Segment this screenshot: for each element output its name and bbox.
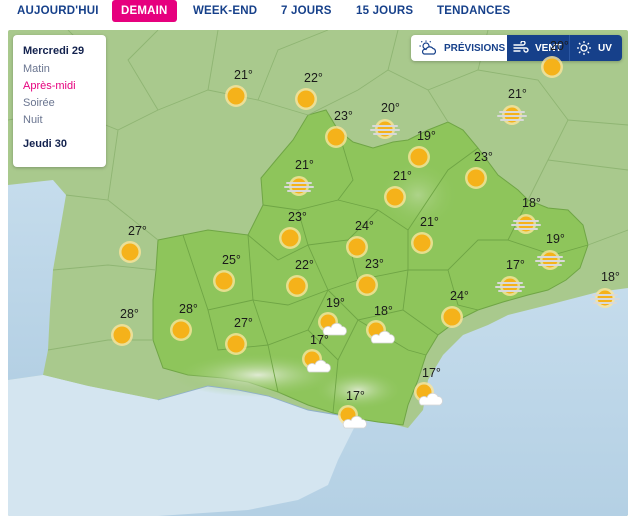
city-temperature: 21°: [295, 158, 314, 172]
sun-icon: [463, 165, 489, 196]
slot-apres-midi[interactable]: Après-midi: [23, 80, 106, 97]
layer-previsions-label: PRÉVISIONS: [444, 42, 506, 54]
layer-uv-label: UV: [598, 42, 612, 54]
city-temperature: 20°: [550, 39, 569, 53]
slot-soiree[interactable]: Soirée: [23, 97, 106, 114]
fog-icon: [535, 247, 565, 278]
sun-icon: [117, 239, 143, 270]
layer-previsions-button[interactable]: PRÉVISIONS: [411, 35, 507, 61]
sun-icon: [223, 83, 249, 114]
city-temperature: 23°: [334, 109, 353, 123]
fog-icon: [370, 116, 400, 147]
sun-cloud-icon: [335, 404, 369, 437]
city-temperature: 24°: [450, 289, 469, 303]
city-temperature: 22°: [304, 71, 323, 85]
sun-icon: [409, 230, 435, 261]
city-temperature: 21°: [508, 87, 527, 101]
fog-icon: [511, 211, 541, 242]
sun-icon: [539, 54, 565, 85]
forecast-tabs: AUJOURD'HUI DEMAIN WEEK-END 7 JOURS 15 J…: [0, 0, 633, 26]
city-temperature: 27°: [128, 224, 147, 238]
city-temperature: 18°: [374, 304, 393, 318]
next-day-button[interactable]: Jeudi 30: [23, 138, 106, 150]
sun-icon: [109, 322, 135, 353]
city-temperature: 25°: [222, 253, 241, 267]
layer-uv-button[interactable]: UV: [570, 35, 622, 61]
tab-15-jours[interactable]: 15 JOURS: [356, 0, 413, 22]
sun-cloud-icon: [299, 348, 333, 381]
city-temperature: 28°: [120, 307, 139, 321]
slot-nuit[interactable]: Nuit: [23, 114, 106, 131]
fog-icon: [284, 173, 314, 204]
tab-aujourdhui[interactable]: AUJOURD'HUI: [17, 0, 99, 22]
fog-icon: [497, 102, 527, 133]
tab-week-end[interactable]: WEEK-END: [193, 0, 257, 22]
city-temperature: 17°: [506, 258, 525, 272]
tab-demain[interactable]: DEMAIN: [112, 0, 177, 22]
sun-cloud-outline-icon: [419, 40, 437, 55]
sun-icon: [439, 304, 465, 335]
city-temperature: 19°: [546, 232, 565, 246]
fog-icon: [590, 285, 620, 316]
city-temperature: 19°: [417, 129, 436, 143]
city-temperature: 17°: [310, 333, 329, 347]
day-label: Mercredi 29: [23, 45, 85, 57]
city-temperature: 24°: [355, 219, 374, 233]
city-temperature: 20°: [381, 101, 400, 115]
wind-icon: [513, 41, 529, 53]
sun-cloud-icon: [363, 319, 397, 352]
weather-map-page: AUJOURD'HUI DEMAIN WEEK-END 7 JOURS 15 J…: [0, 0, 633, 520]
city-temperature: 18°: [522, 196, 541, 210]
city-temperature: 23°: [474, 150, 493, 164]
city-temperature: 27°: [234, 316, 253, 330]
sun-icon: [382, 184, 408, 215]
sun-icon: [284, 273, 310, 304]
city-temperature: 23°: [288, 210, 307, 224]
city-temperature: 19°: [326, 296, 345, 310]
fog-icon: [495, 273, 525, 304]
sun-cloud-icon: [411, 381, 445, 414]
city-temperature: 28°: [179, 302, 198, 316]
sun-icon: [293, 86, 319, 117]
tab-tendances[interactable]: TENDANCES: [437, 0, 510, 22]
city-temperature: 22°: [295, 258, 314, 272]
city-temperature: 23°: [365, 257, 384, 271]
sun-icon: [223, 331, 249, 362]
city-temperature: 21°: [234, 68, 253, 82]
sun-icon: [323, 124, 349, 155]
city-temperature: 17°: [422, 366, 441, 380]
sun-icon: [277, 225, 303, 256]
time-selector-panel: Mercredi 29 Matin Après-midi Soirée Nuit…: [13, 35, 106, 167]
city-temperature: 21°: [393, 169, 412, 183]
uv-sun-icon: [577, 41, 591, 55]
city-temperature: 21°: [420, 215, 439, 229]
sun-icon: [354, 272, 380, 303]
sun-icon: [211, 268, 237, 299]
slot-matin[interactable]: Matin: [23, 63, 106, 80]
sun-icon: [168, 317, 194, 348]
layer-toggle-group: PRÉVISIONS VENT UV: [411, 35, 622, 61]
tab-7-jours[interactable]: 7 JOURS: [281, 0, 332, 22]
city-temperature: 18°: [601, 270, 620, 284]
city-temperature: 17°: [346, 389, 365, 403]
